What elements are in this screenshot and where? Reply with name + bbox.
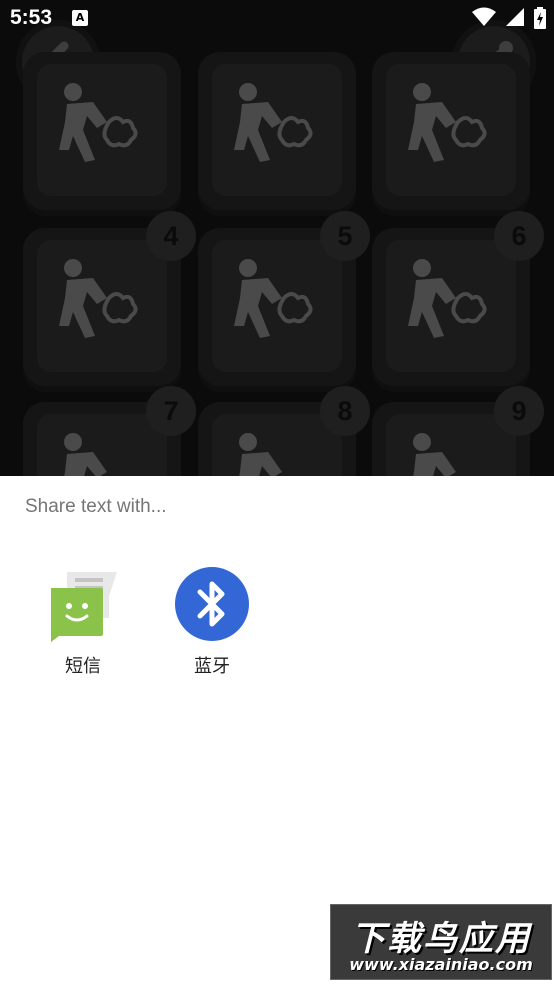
share-target-sms[interactable]: 短信 [33, 566, 133, 678]
person-fart-icon [234, 259, 313, 338]
tile-number: 6 [511, 221, 527, 251]
person-fart-icon [408, 83, 487, 162]
watermark-url: www.xiazainiao.com [349, 955, 533, 974]
signal-icon [505, 8, 524, 26]
share-target-label: 短信 [65, 656, 101, 677]
tile-number-badge: 8 [320, 386, 370, 436]
person-fart-icon [239, 433, 282, 476]
person-fart-icon [413, 433, 456, 476]
share-target-bluetooth[interactable]: 蓝牙 [162, 566, 262, 678]
tile-number-badge: 4 [146, 211, 196, 261]
sound-tile-1[interactable] [23, 52, 181, 210]
messaging-app-icon [45, 566, 121, 642]
status-bar: 5:53 A [0, 0, 554, 36]
share-target-label: 蓝牙 [194, 656, 230, 677]
tile-number-badge: 7 [146, 386, 196, 436]
tile-number: 5 [337, 221, 353, 251]
person-fart-icon [408, 259, 487, 338]
person-fart-icon [234, 83, 313, 162]
tile-number: 4 [163, 221, 179, 251]
tile-number-badge: 5 [320, 211, 370, 261]
tile-number-badge: 6 [494, 211, 544, 261]
sound-tile-3[interactable] [372, 52, 530, 210]
share-sheet-title: Share text with... [25, 496, 167, 517]
notification-icon: A [72, 10, 88, 26]
status-time: 5:53 [10, 6, 53, 29]
watermark-logo: 下载鸟应用 www.xiazainiao.com [330, 904, 552, 980]
person-fart-icon [64, 433, 107, 476]
person-fart-icon [59, 83, 138, 162]
tile-number-badge: 9 [494, 386, 544, 436]
app-background: 4 5 6 7 8 9 [0, 0, 554, 476]
sound-tile-2[interactable] [198, 52, 356, 210]
battery-charging-icon [534, 7, 546, 29]
tile-number: 7 [163, 396, 179, 426]
tile-number: 8 [337, 396, 353, 426]
wifi-icon [471, 7, 496, 26]
person-fart-icon [59, 259, 138, 338]
watermark-title: 下载鸟应用 [351, 919, 531, 959]
status-icons [468, 7, 546, 29]
bluetooth-icon [174, 566, 250, 642]
tile-number: 9 [511, 396, 527, 426]
